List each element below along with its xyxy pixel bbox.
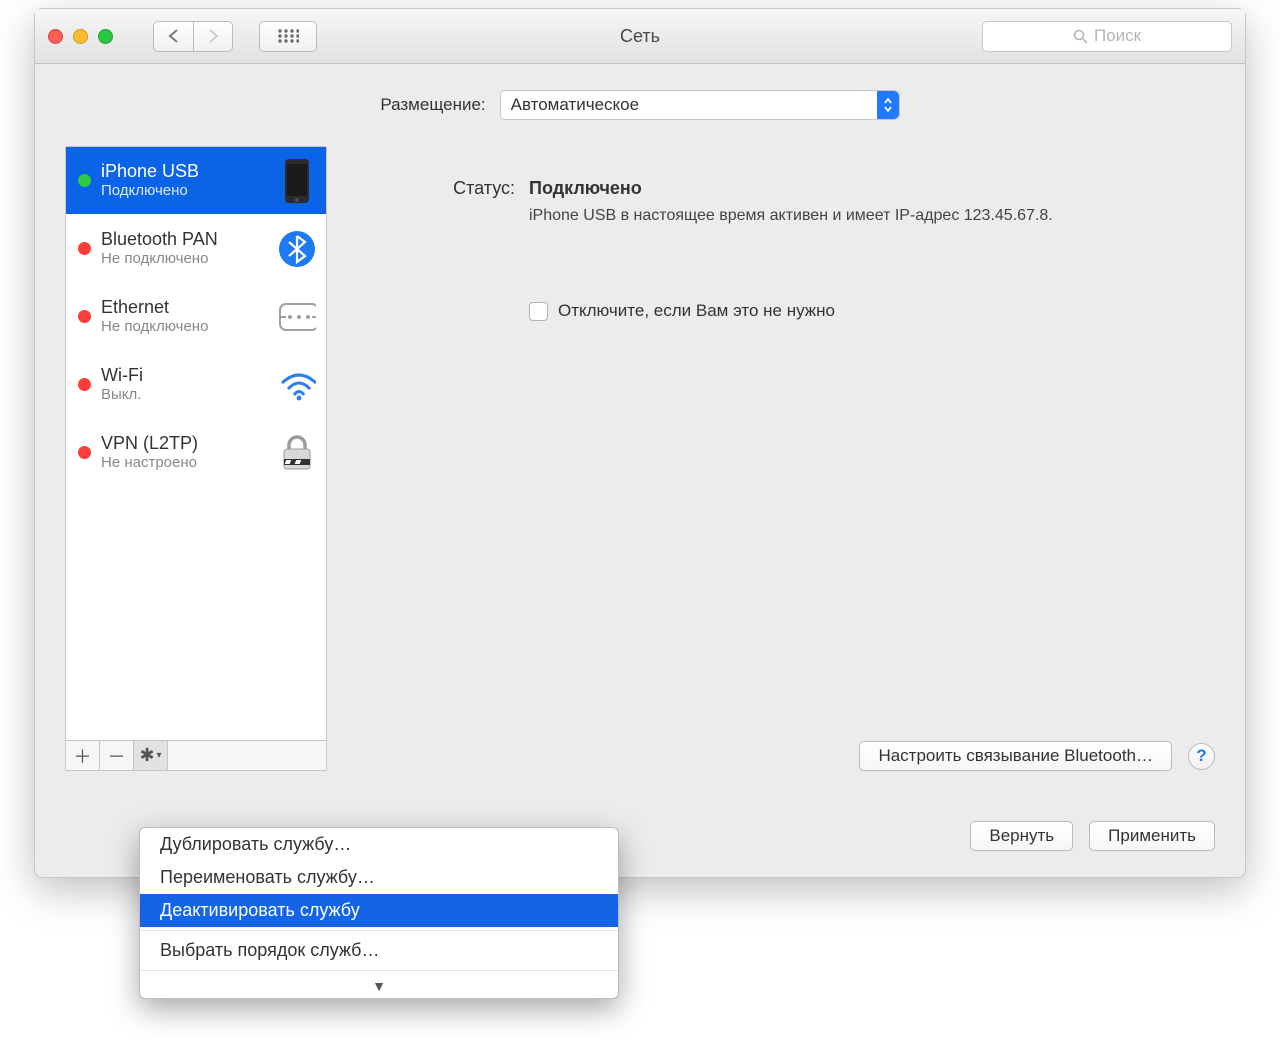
show-all-button[interactable] [259,21,317,52]
window-title: Сеть [620,26,660,47]
service-name: Wi-Fi [101,365,268,387]
search-icon [1073,29,1088,44]
chevron-down-icon: ▾ [157,750,162,761]
status-dot-icon [78,310,91,323]
sidebar-item-bluetooth-pan[interactable]: Bluetooth PANНе подключено [66,215,326,283]
minimize-icon[interactable] [73,29,88,44]
popup-item[interactable]: Переименовать службу… [140,861,618,894]
revert-button[interactable]: Вернуть [970,821,1073,851]
titlebar: Сеть Поиск [35,9,1245,64]
separator [140,930,618,931]
service-sidebar: iPhone USBПодключеноBluetooth PANНе подк… [65,146,327,771]
lock-icon [278,433,316,473]
status-label: Статус: [345,178,515,227]
status-dot-icon [78,378,91,391]
location-label: Размещение: [380,95,485,115]
apply-button[interactable]: Применить [1089,821,1215,851]
service-status: Не подключено [101,318,268,336]
service-actions-button[interactable]: ✱▾ [134,741,168,770]
remove-service-button[interactable]: － [100,741,134,770]
service-name: Bluetooth PAN [101,229,268,251]
help-button[interactable]: ? [1188,743,1215,770]
popup-item[interactable]: Выбрать порядок служб… [140,934,618,967]
forward-button[interactable] [193,21,233,52]
sidebar-item-vpn-l2tp-[interactable]: VPN (L2TP)Не настроено [66,419,326,487]
status-dot-icon [78,242,91,255]
service-name: VPN (L2TP) [101,433,268,455]
sidebar-item-iphone-usb[interactable]: iPhone USBПодключено [66,147,326,215]
bluetooth-icon [278,230,316,268]
disable-checkbox-label: Отключите, если Вам это не нужно [558,301,835,321]
close-icon[interactable] [48,29,63,44]
service-status: Не настроено [101,454,268,472]
sidebar-item-wi-fi[interactable]: Wi-FiВыкл. [66,351,326,419]
sidebar-item-ethernet[interactable]: EthernetНе подключено [66,283,326,351]
add-service-button[interactable]: ＋ [66,741,100,770]
popup-item[interactable]: Деактивировать службу [140,894,618,927]
service-status: Выкл. [101,386,268,404]
search-input[interactable]: Поиск [982,21,1232,52]
popup-item[interactable]: Дублировать службу… [140,828,618,861]
status-dot-icon [78,174,91,187]
gear-popup-menu: Дублировать службу…Переименовать службу…… [139,827,619,999]
status-description: iPhone USB в настоящее время активен и и… [529,205,1053,227]
separator [140,970,618,971]
status-dot-icon [78,446,91,459]
service-status: Подключено [101,182,268,200]
ethernet-icon [278,298,316,336]
popup-more-icon[interactable]: ▼ [140,974,618,998]
phone-icon [278,158,316,204]
nav-buttons [153,21,233,52]
sidebar-toolbar: ＋ － ✱▾ [66,740,326,770]
window-lights [48,29,113,44]
back-button[interactable] [153,21,193,52]
service-name: iPhone USB [101,161,268,183]
service-status: Не подключено [101,250,268,268]
wifi-icon [278,369,316,401]
configure-button[interactable]: Настроить связывание Bluetooth… [859,741,1172,771]
status-value: Подключено [529,178,1053,199]
service-name: Ethernet [101,297,268,319]
location-row: Размещение: Автоматическое [65,90,1215,120]
disable-checkbox[interactable] [529,302,548,321]
maximize-icon[interactable] [98,29,113,44]
location-select[interactable]: Автоматическое [500,90,900,120]
chevron-updown-icon [877,91,899,119]
gear-icon: ✱ [139,745,154,766]
